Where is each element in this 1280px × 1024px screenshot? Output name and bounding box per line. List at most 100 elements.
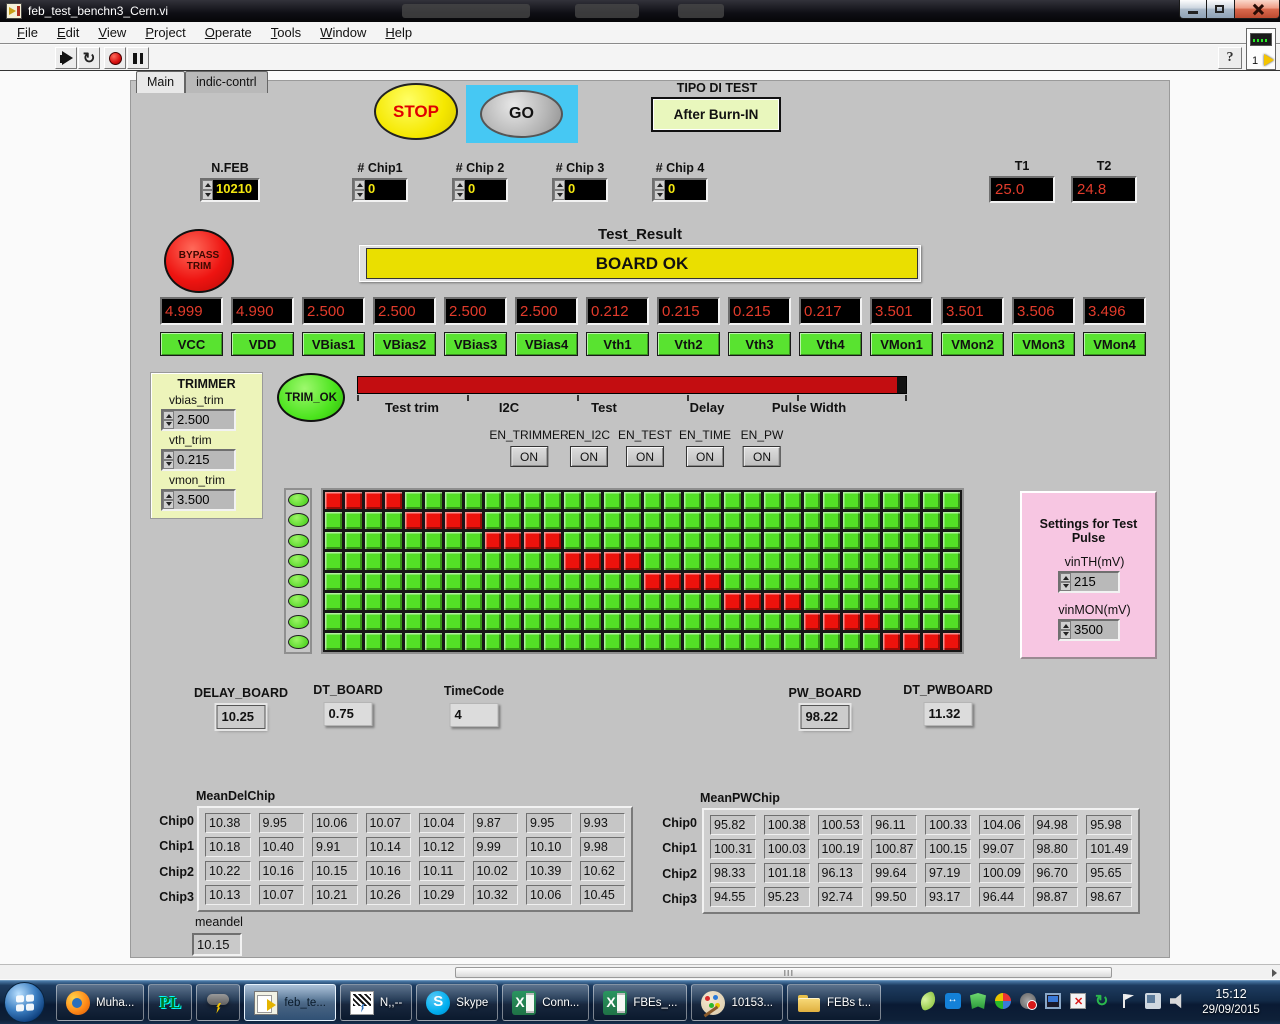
tab-main[interactable]: Main [136, 71, 186, 93]
volume-tray-icon[interactable] [1170, 993, 1182, 1009]
vinTH(mV)-spinner[interactable]: 215 [1058, 571, 1120, 593]
spinner-arrows[interactable] [1060, 621, 1071, 639]
vbias_trim-spinner-value[interactable]: 2.500 [174, 411, 234, 429]
gear-tray-icon[interactable] [1020, 993, 1037, 1010]
taskbar-button-n-[interactable]: N,,-- [339, 984, 413, 1021]
network-tray-icon[interactable] [1145, 993, 1161, 1009]
spin-down-icon[interactable] [163, 460, 174, 469]
spin-up-icon[interactable] [354, 180, 365, 190]
menu-file[interactable]: File [8, 22, 48, 43]
nfeb-spinner[interactable]: 10210 [200, 178, 260, 202]
leaf-tray-icon[interactable] [917, 990, 939, 1012]
vinMON(mV)-spinner[interactable]: 3500 [1058, 619, 1120, 641]
menu-window[interactable]: Window [311, 22, 376, 43]
spin-down-icon[interactable] [454, 190, 465, 200]
vmon_trim-spinner[interactable]: 3.500 [161, 489, 236, 511]
minimize-button[interactable] [1179, 0, 1207, 19]
chip-spinner-value[interactable]: 0 [465, 180, 506, 200]
scrollbar-thumb[interactable] [455, 967, 1112, 978]
spin-down-icon[interactable] [202, 190, 213, 200]
spinner-arrows[interactable] [654, 180, 665, 200]
menu-help[interactable]: Help [376, 22, 422, 43]
spin-down-icon[interactable] [554, 190, 565, 200]
vth_trim-spinner[interactable]: 0.215 [161, 449, 236, 471]
vinTH(mV)-spinner-value[interactable]: 215 [1071, 573, 1118, 591]
vth_trim-spinner-value[interactable]: 0.215 [174, 451, 234, 469]
start-button[interactable] [4, 982, 45, 1023]
stop-button[interactable]: STOP [374, 83, 458, 140]
chip-spinner[interactable]: 0 [352, 178, 408, 202]
close-button[interactable] [1234, 0, 1280, 19]
menu-operate[interactable]: Operate [196, 22, 262, 43]
tipo-di-test-select[interactable]: After Burn-IN [651, 97, 781, 132]
enable-on-button[interactable]: ON [570, 446, 608, 467]
menu-edit[interactable]: Edit [48, 22, 89, 43]
vmon_trim-spinner-value[interactable]: 3.500 [174, 491, 234, 509]
doc-error-tray-icon[interactable] [1070, 993, 1086, 1009]
menu-project[interactable]: Project [136, 22, 195, 43]
spinner-arrows[interactable] [163, 491, 174, 509]
spinner-arrows[interactable] [554, 180, 565, 200]
spin-down-icon[interactable] [163, 500, 174, 509]
pause-button[interactable] [127, 47, 149, 69]
taskbar-button-10153-[interactable]: 10153... [691, 984, 784, 1021]
scrollbar-right-arrow[interactable] [1272, 969, 1277, 977]
chip-spinner-value[interactable]: 0 [565, 180, 606, 200]
spinner-arrows[interactable] [354, 180, 365, 200]
maximize-button[interactable] [1207, 0, 1234, 19]
flag-tray-icon[interactable] [1120, 993, 1136, 1009]
spin-down-icon[interactable] [654, 190, 665, 200]
spin-up-icon[interactable] [163, 451, 174, 460]
spinner-arrows[interactable] [163, 451, 174, 469]
spin-down-icon[interactable] [354, 190, 365, 200]
taskbar-button-conn-[interactable]: Conn... [502, 984, 590, 1021]
taskbar-button-febs-t-[interactable]: FEBs t... [787, 984, 882, 1021]
abort-button[interactable] [104, 47, 126, 69]
brush-tray-icon[interactable] [995, 993, 1011, 1009]
help-button[interactable]: ? [1218, 47, 1242, 69]
spinner-arrows[interactable] [202, 180, 213, 200]
chip-spinner-value[interactable]: 0 [665, 180, 706, 200]
spin-up-icon[interactable] [1060, 621, 1071, 630]
spin-up-icon[interactable] [163, 491, 174, 500]
go-button[interactable]: GO [480, 90, 563, 138]
taskbar-button-pl[interactable] [148, 984, 193, 1021]
spinner-arrows[interactable] [454, 180, 465, 200]
menu-view[interactable]: View [89, 22, 136, 43]
taskbar-button-muha-[interactable]: Muha... [56, 984, 145, 1021]
run-continuous-button[interactable]: ↻ [78, 47, 100, 69]
context-help-icon[interactable]: 1 [1246, 28, 1276, 70]
spinner-arrows[interactable] [1060, 573, 1071, 591]
taskbar-button-feb-te-[interactable]: feb_te... [244, 984, 336, 1021]
taskbar-button-fbes-[interactable]: FBEs_... [593, 984, 688, 1021]
bypass-trim-button[interactable]: BYPASS TRIM [164, 229, 234, 293]
nfeb-value[interactable]: 10210 [213, 180, 258, 200]
taskbar-button-storm[interactable] [196, 984, 241, 1021]
spin-up-icon[interactable] [654, 180, 665, 190]
taskbar-button-skype[interactable]: Skype [416, 984, 499, 1021]
spin-down-icon[interactable] [1060, 582, 1071, 591]
enable-on-button[interactable]: ON [625, 446, 664, 467]
spin-down-icon[interactable] [1060, 630, 1071, 639]
run-button[interactable] [55, 47, 77, 69]
spin-up-icon[interactable] [163, 411, 174, 420]
spin-up-icon[interactable] [1060, 573, 1071, 582]
vbias_trim-spinner[interactable]: 2.500 [161, 409, 236, 431]
vinMON(mV)-spinner-value[interactable]: 3500 [1071, 621, 1118, 639]
chip-spinner[interactable]: 0 [552, 178, 608, 202]
horizontal-scrollbar[interactable] [0, 964, 1280, 979]
spin-down-icon[interactable] [163, 420, 174, 429]
refresh-tray-icon[interactable] [1095, 991, 1111, 1011]
spin-up-icon[interactable] [454, 180, 465, 190]
spin-up-icon[interactable] [202, 180, 213, 190]
tab-indic-contrl[interactable]: indic-contrl [185, 71, 268, 93]
enable-on-button[interactable]: ON [685, 446, 724, 467]
spinner-arrows[interactable] [163, 411, 174, 429]
menu-tools[interactable]: Tools [262, 22, 311, 43]
display-tray-icon[interactable] [1045, 993, 1061, 1009]
chip-spinner[interactable]: 0 [652, 178, 708, 202]
taskbar-clock[interactable]: 15:12 29/09/2015 [1188, 987, 1274, 1016]
teamviewer-tray-icon[interactable] [945, 993, 961, 1009]
chip-spinner[interactable]: 0 [452, 178, 508, 202]
shield-tray-icon[interactable] [970, 993, 986, 1009]
